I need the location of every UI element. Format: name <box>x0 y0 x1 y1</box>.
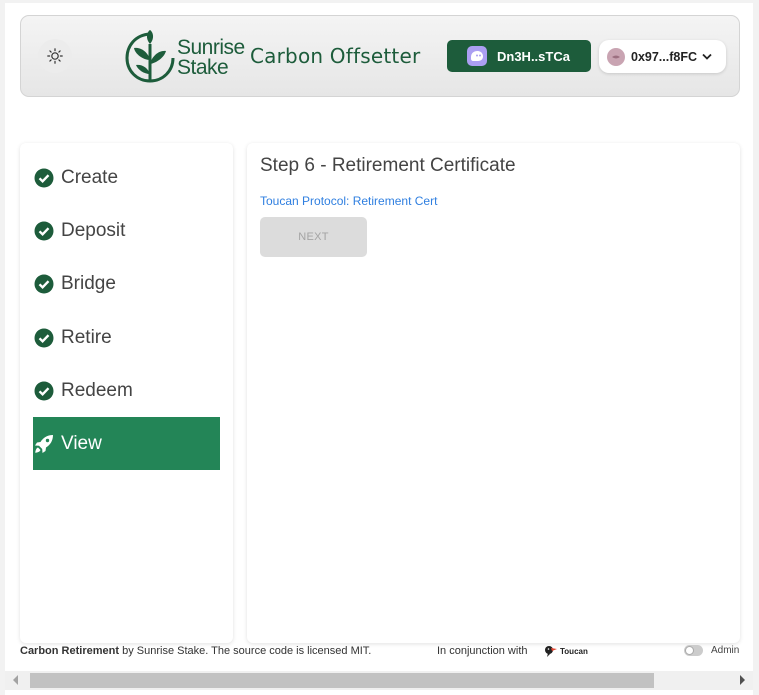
step-label: Retire <box>61 326 112 348</box>
theme-toggle-button[interactable] <box>38 39 72 73</box>
step-redeem[interactable]: Redeem <box>33 364 220 417</box>
step-label: Create <box>61 166 119 188</box>
step-label: Redeem <box>61 379 133 401</box>
sprout-logo-icon <box>125 30 175 83</box>
footer-product-name[interactable]: Carbon Retirement <box>20 645 119 657</box>
admin-label: Admin <box>711 645 740 656</box>
toucan-logo[interactable]: Toucan <box>544 644 588 658</box>
step-view[interactable]: View <box>33 417 220 470</box>
check-circle-icon <box>34 168 54 188</box>
main-panel: Step 6 - Retirement Certificate Toucan P… <box>247 143 740 643</box>
step-label: View <box>61 432 102 454</box>
check-circle-icon <box>34 221 54 241</box>
sunrise-stake-logo[interactable]: Sunrise Stake <box>125 30 245 84</box>
phantom-wallet-icon <box>467 46 487 66</box>
sun-icon <box>47 48 63 64</box>
admin-toggle[interactable] <box>684 645 703 656</box>
logo-line1: Sunrise <box>177 36 245 59</box>
app-header: Sunrise Stake Carbon Offsetter Dn3H..sTC… <box>20 15 740 97</box>
step-deposit[interactable]: Deposit <box>33 204 220 257</box>
steps-sidebar: Create Deposit Bridge Retire Redeem View <box>20 143 233 643</box>
step-bridge[interactable]: Bridge <box>33 257 220 310</box>
check-circle-icon <box>34 274 54 294</box>
solana-wallet-button[interactable]: Dn3H..sTCa <box>447 40 591 72</box>
toucan-wordmark: Toucan <box>560 646 588 656</box>
logo-wordmark: Sunrise Stake <box>177 36 245 79</box>
solana-wallet-address: Dn3H..sTCa <box>497 48 570 64</box>
horizontal-scrollbar[interactable] <box>5 671 753 690</box>
step-label: Bridge <box>61 272 116 294</box>
rocket-icon <box>34 434 54 454</box>
retirement-cert-link[interactable]: Toucan Protocol: Retirement Cert <box>260 194 437 208</box>
step-title: Step 6 - Retirement Certificate <box>260 155 516 176</box>
step-label: Deposit <box>61 219 126 241</box>
wallet-avatar-icon <box>607 47 625 66</box>
logo-line2: Stake <box>177 56 229 79</box>
app-title: Carbon Offsetter <box>250 44 421 68</box>
check-circle-icon <box>34 381 54 401</box>
step-retire[interactable]: Retire <box>33 311 220 364</box>
footer: Carbon Retirement by Sunrise Stake. The … <box>20 645 740 661</box>
check-circle-icon <box>34 328 54 348</box>
footer-credit: Carbon Retirement by Sunrise Stake. The … <box>20 645 371 657</box>
scroll-left-arrow-icon[interactable] <box>13 675 18 685</box>
scroll-right-arrow-icon[interactable] <box>740 675 745 685</box>
footer-license-text: by Sunrise Stake. The source code is lic… <box>119 645 372 657</box>
scrollbar-thumb[interactable] <box>30 673 654 688</box>
footer-conjunction: In conjunction with <box>437 645 528 657</box>
step-create[interactable]: Create <box>33 151 220 204</box>
chevron-down-icon <box>702 51 712 63</box>
eth-wallet-button[interactable]: 0x97...f8FC <box>599 40 726 73</box>
eth-wallet-address: 0x97...f8FC <box>631 49 698 64</box>
toucan-bird-icon <box>545 646 557 657</box>
next-button[interactable]: NEXT <box>260 217 367 257</box>
